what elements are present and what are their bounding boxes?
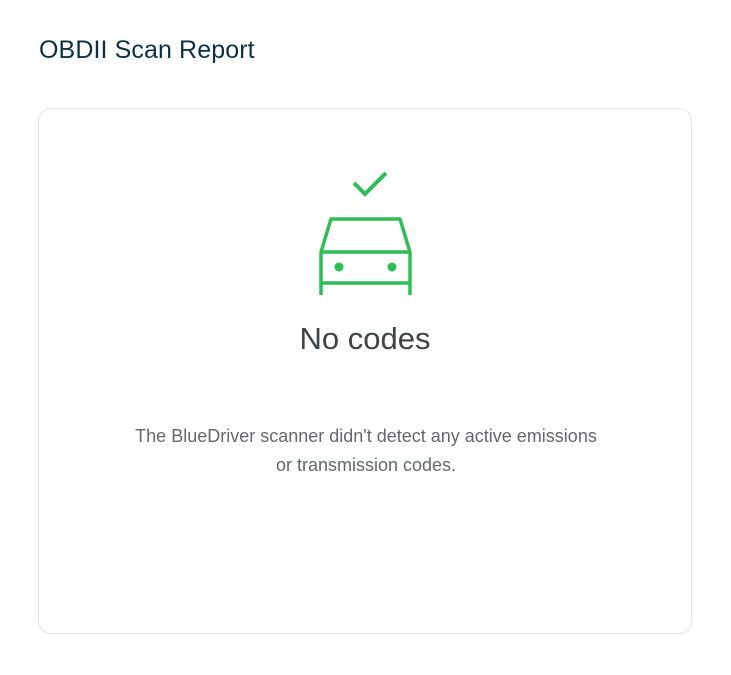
no-codes-illustration: [39, 109, 691, 309]
checkmark-icon: [352, 171, 388, 197]
scan-result-card: No codes The BlueDriver scanner didn't d…: [38, 108, 692, 634]
car-front-icon: [319, 217, 412, 295]
no-codes-heading: No codes: [299, 321, 431, 356]
no-codes-description: The BlueDriver scanner didn't detect any…: [135, 426, 597, 475]
page-title: OBDII Scan Report: [39, 36, 255, 64]
car-status-graphic: [319, 171, 412, 295]
scan-report-page: { "header": { "title": "OBDII Scan Repor…: [0, 0, 731, 675]
